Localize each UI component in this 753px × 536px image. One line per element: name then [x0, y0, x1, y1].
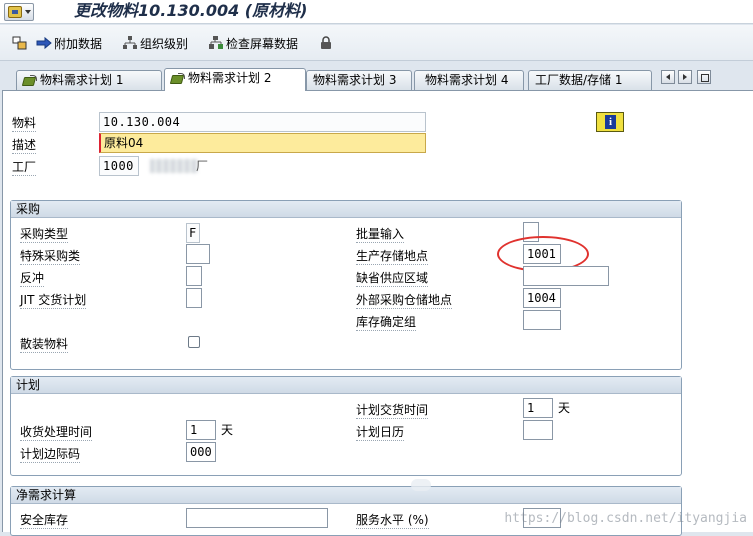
watermark-text: https://blog.csdn.net/ityangjia	[504, 511, 747, 526]
additional-data-label: 附加数据	[54, 36, 103, 51]
scroll-indicator	[411, 479, 431, 491]
lock-icon	[318, 36, 334, 50]
stock-det-group-label: 库存确定组	[356, 315, 417, 331]
service-level-label: 服务水平 (%)	[356, 513, 429, 529]
default-supply-area-field[interactable]	[523, 266, 609, 286]
jit-label: JIT 交货计划	[20, 293, 87, 309]
planned-delivery-label: 计划交货时间	[356, 403, 429, 419]
arrow-right-icon	[36, 36, 52, 50]
plant-field[interactable]: 1000	[99, 156, 139, 176]
org-tree-icon	[122, 36, 138, 50]
org-levels-label: 组织级别	[140, 36, 189, 51]
planning-title: 计划	[11, 377, 681, 394]
tab-mrp-4[interactable]: 物料需求计划 4	[414, 70, 524, 90]
planned-delivery-unit: 天	[558, 401, 571, 415]
tab-scroll-right-button[interactable]	[678, 70, 692, 84]
jit-field[interactable]	[186, 288, 202, 308]
gr-time-label: 收货处理时间	[20, 425, 93, 441]
new-entry-icon	[12, 36, 28, 50]
sm-key-label: 计划边际码	[20, 447, 81, 463]
ext-storage-field[interactable]: 1004	[523, 288, 561, 308]
material-label: 物料	[12, 116, 37, 132]
net-requirements-title: 净需求计算	[11, 487, 681, 504]
tab-mrp-1[interactable]: 物料需求计划 1	[16, 70, 162, 90]
plant-label: 工厂	[12, 160, 37, 176]
prod-storage-label: 生产存储地点	[356, 249, 429, 265]
default-supply-area-label: 缺省供应区域	[356, 271, 429, 287]
info-button[interactable]: i	[596, 112, 624, 132]
description-label: 描述	[12, 138, 37, 154]
org-levels-button[interactable]: 组织级别	[122, 34, 188, 52]
sm-key-field[interactable]: 000	[186, 442, 216, 462]
page-title: 更改物料10.130.004 (原材料)	[74, 1, 308, 20]
description-field[interactable]: 原料04	[99, 133, 426, 153]
new-entry-button[interactable]	[12, 34, 30, 52]
chevron-down-icon	[25, 10, 31, 14]
system-menu-button[interactable]	[4, 3, 34, 21]
special-proc-field[interactable]	[186, 244, 210, 264]
bulk-material-checkbox[interactable]	[188, 336, 200, 348]
title-bar: 更改物料10.130.004 (原材料)	[0, 0, 753, 24]
tab-scroll-left-button[interactable]	[661, 70, 675, 84]
tab-mrp-2[interactable]: 物料需求计划 2	[164, 68, 306, 91]
gr-time-unit: 天	[221, 423, 234, 437]
tab-plant-storage-1[interactable]: 工厂数据/存储 1	[528, 70, 652, 90]
bulk-material-label: 散装物料	[20, 337, 69, 353]
plan-calendar-label: 计划日历	[356, 425, 405, 441]
tab-list-button[interactable]	[697, 70, 711, 84]
check-icon	[208, 36, 224, 50]
info-icon: i	[605, 115, 616, 129]
material-field[interactable]: 10.130.004	[99, 112, 426, 132]
plant-name-blurred	[150, 159, 198, 173]
check-screen-data-button[interactable]: 检查屏幕数据	[208, 34, 298, 52]
tab-icon	[23, 75, 37, 85]
planned-delivery-field[interactable]: 1	[523, 398, 553, 418]
procurement-title: 采购	[11, 201, 681, 218]
menu-icon	[8, 6, 22, 18]
proc-type-label: 采购类型	[20, 227, 69, 243]
batch-entry-label: 批量输入	[356, 227, 405, 243]
special-proc-label: 特殊采购类	[20, 249, 81, 265]
tab-icon	[171, 73, 185, 83]
check-screen-data-label: 检查屏幕数据	[226, 36, 299, 51]
backflush-label: 反冲	[20, 271, 45, 287]
proc-type-field[interactable]: F	[186, 223, 200, 243]
backflush-field[interactable]	[186, 266, 202, 286]
tab-strip: 物料需求计划 1 物料需求计划 2 物料需求计划 3 物料需求计划 4 工厂数据…	[0, 62, 753, 91]
planning-section: 计划	[10, 376, 682, 476]
lock-button[interactable]	[318, 34, 336, 52]
gr-time-field[interactable]: 1	[186, 420, 216, 440]
plan-calendar-field[interactable]	[523, 420, 553, 440]
safety-stock-field[interactable]	[186, 508, 328, 528]
plant-suffix: 厂	[196, 159, 209, 173]
ext-storage-label: 外部采购仓储地点	[356, 293, 453, 309]
stock-det-group-field[interactable]	[523, 310, 561, 330]
tab-mrp-3[interactable]: 物料需求计划 3	[306, 70, 412, 90]
application-toolbar: 附加数据 组织级别 检查屏幕数据	[0, 25, 753, 61]
additional-data-button[interactable]: 附加数据	[36, 34, 102, 52]
safety-stock-label: 安全库存	[20, 513, 69, 529]
